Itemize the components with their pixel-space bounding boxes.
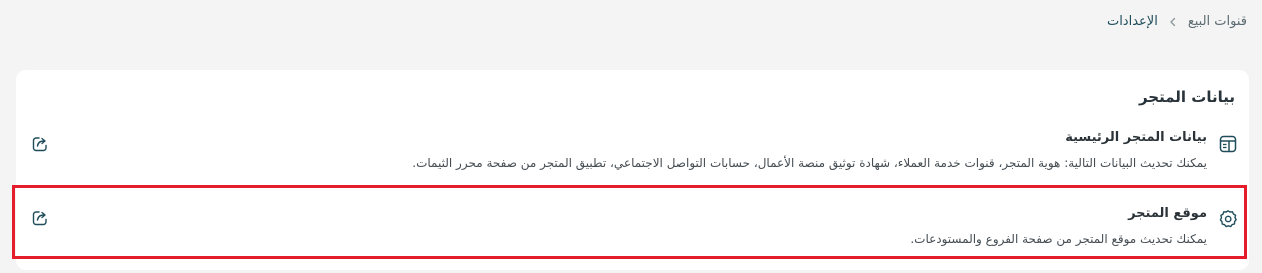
list-item-store-main-data[interactable]: بيانات المتجر الرئيسية يمكنك تحديث البيا… xyxy=(16,124,1249,184)
external-link-icon[interactable] xyxy=(30,134,50,154)
row-description: يمكنك تحديث موقع المتجر من صفحة الفروع و… xyxy=(910,232,1207,246)
external-link-icon[interactable] xyxy=(30,208,50,228)
chevron-icon xyxy=(1166,15,1180,29)
row-description: يمكنك تحديث البيانات التالية: هوية المتج… xyxy=(412,156,1207,170)
card-title: بيانات المتجر xyxy=(1138,88,1235,106)
store-data-icon xyxy=(1217,133,1239,155)
breadcrumb-sales-channels[interactable]: قنوات البيع xyxy=(1188,14,1247,29)
row-title: بيانات المتجر الرئيسية xyxy=(1065,130,1207,145)
breadcrumb: قنوات البيع الإعدادات xyxy=(1107,14,1247,29)
gear-icon xyxy=(1217,208,1239,230)
list-item-store-location[interactable]: موقع المتجر يمكنك تحديث موقع المتجر من ص… xyxy=(16,186,1249,260)
row-title: موقع المتجر xyxy=(1128,206,1207,221)
breadcrumb-settings: الإعدادات xyxy=(1106,14,1158,29)
store-data-card: بيانات المتجر بيانات المتجر الرئيسية يمك… xyxy=(16,70,1249,270)
